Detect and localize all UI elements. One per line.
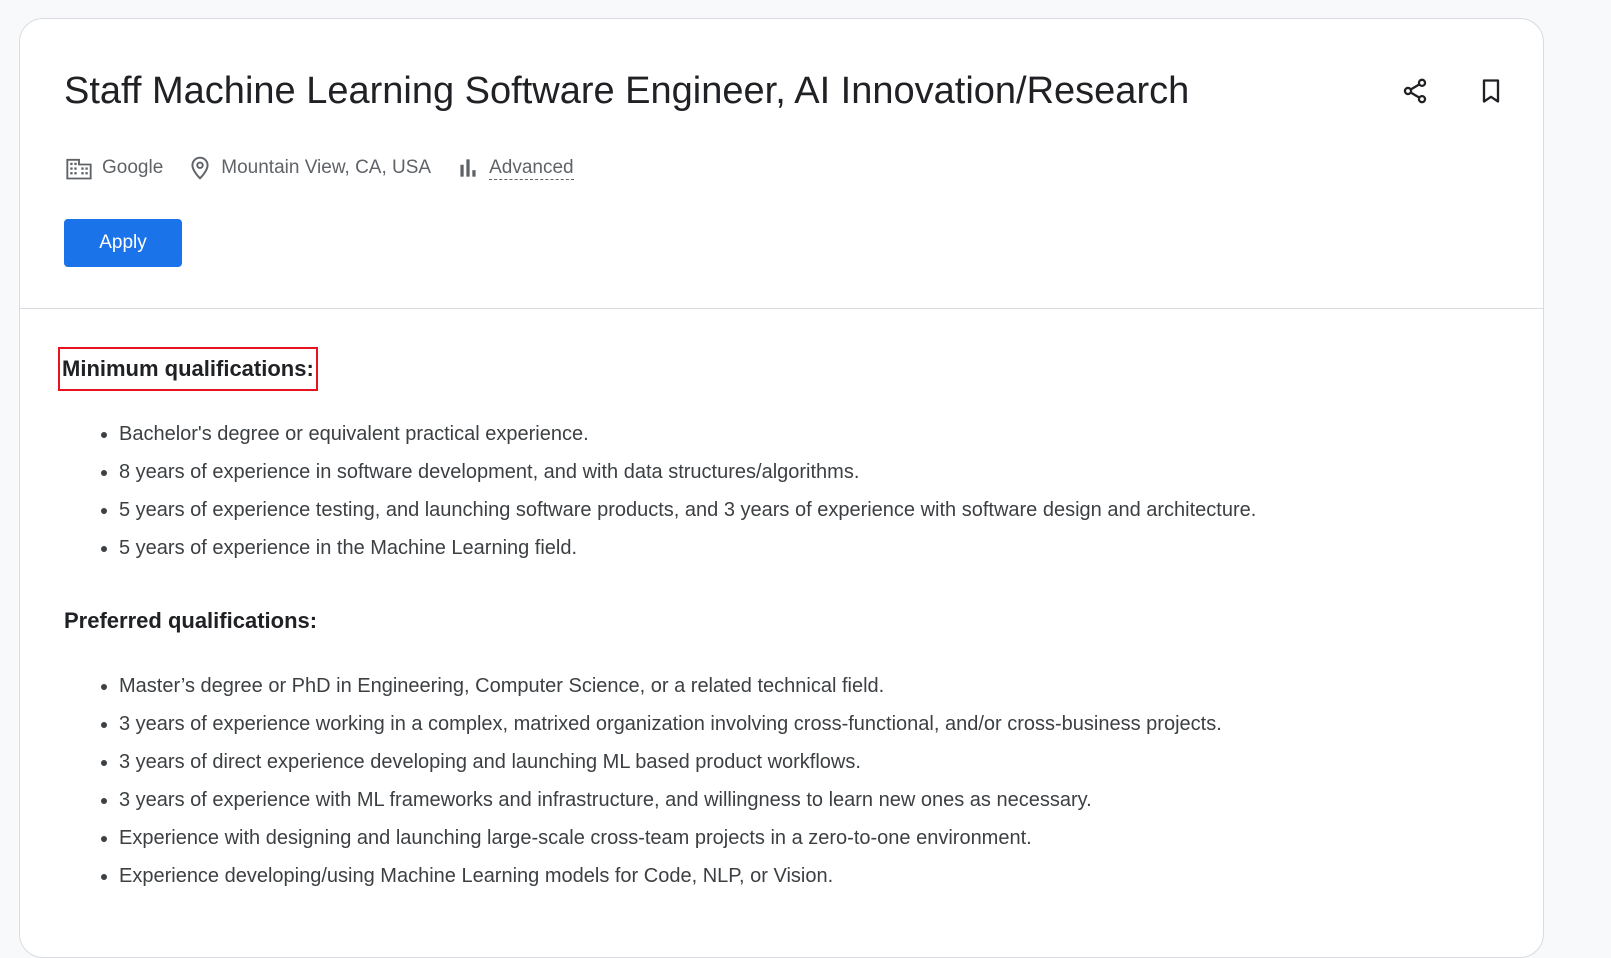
location-pin-icon: [191, 156, 209, 180]
job-location: Mountain View, CA, USA: [221, 157, 432, 178]
header-divider: [20, 308, 1543, 309]
bookmark-icon: [1482, 79, 1500, 103]
minimum-qualifications-section: Minimum qualifications: Bachelor's degre…: [58, 347, 1504, 567]
company-name: Google: [102, 157, 164, 178]
job-detail-card: Staff Machine Learning Software Engineer…: [19, 18, 1544, 958]
minimum-qualifications-list: Bachelor's degree or equivalent practica…: [64, 415, 1504, 567]
header-actions: [1395, 71, 1511, 111]
list-item: 8 years of experience in software develo…: [119, 453, 1504, 491]
level-meta[interactable]: Advanced: [455, 154, 574, 182]
location-meta: Mountain View, CA, USA: [187, 154, 431, 182]
preferred-qualifications-list: Master’s degree or PhD in Engineering, C…: [64, 667, 1504, 895]
building-icon: [66, 158, 92, 180]
list-item: Bachelor's degree or equivalent practica…: [119, 415, 1504, 453]
minimum-qualifications-heading: Minimum qualifications:: [58, 347, 318, 391]
company-meta: Google: [64, 154, 163, 182]
qualifications-content: Minimum qualifications: Bachelor's degre…: [58, 347, 1504, 895]
share-button[interactable]: [1395, 71, 1435, 111]
apply-button[interactable]: Apply: [64, 219, 182, 267]
job-title: Staff Machine Learning Software Engineer…: [64, 70, 1190, 112]
list-item: 3 years of experience with ML frameworks…: [119, 781, 1504, 819]
job-meta-row: Google Mountain View, CA, USA Advanced: [64, 153, 598, 183]
list-item: 5 years of experience testing, and launc…: [119, 491, 1504, 529]
share-icon: [1403, 78, 1427, 104]
preferred-qualifications-section: Preferred qualifications: Master’s degre…: [64, 601, 1504, 895]
list-item: Experience developing/using Machine Lear…: [119, 857, 1504, 895]
list-item: Experience with designing and launching …: [119, 819, 1504, 857]
preferred-qualifications-heading: Preferred qualifications:: [64, 608, 318, 633]
list-item: 5 years of experience in the Machine Lea…: [119, 529, 1504, 567]
list-item: 3 years of direct experience developing …: [119, 743, 1504, 781]
bookmark-button[interactable]: [1471, 71, 1511, 111]
bar-chart-icon: [460, 159, 476, 177]
list-item: 3 years of experience working in a compl…: [119, 705, 1504, 743]
experience-level[interactable]: Advanced: [489, 157, 574, 180]
list-item: Master’s degree or PhD in Engineering, C…: [119, 667, 1504, 705]
